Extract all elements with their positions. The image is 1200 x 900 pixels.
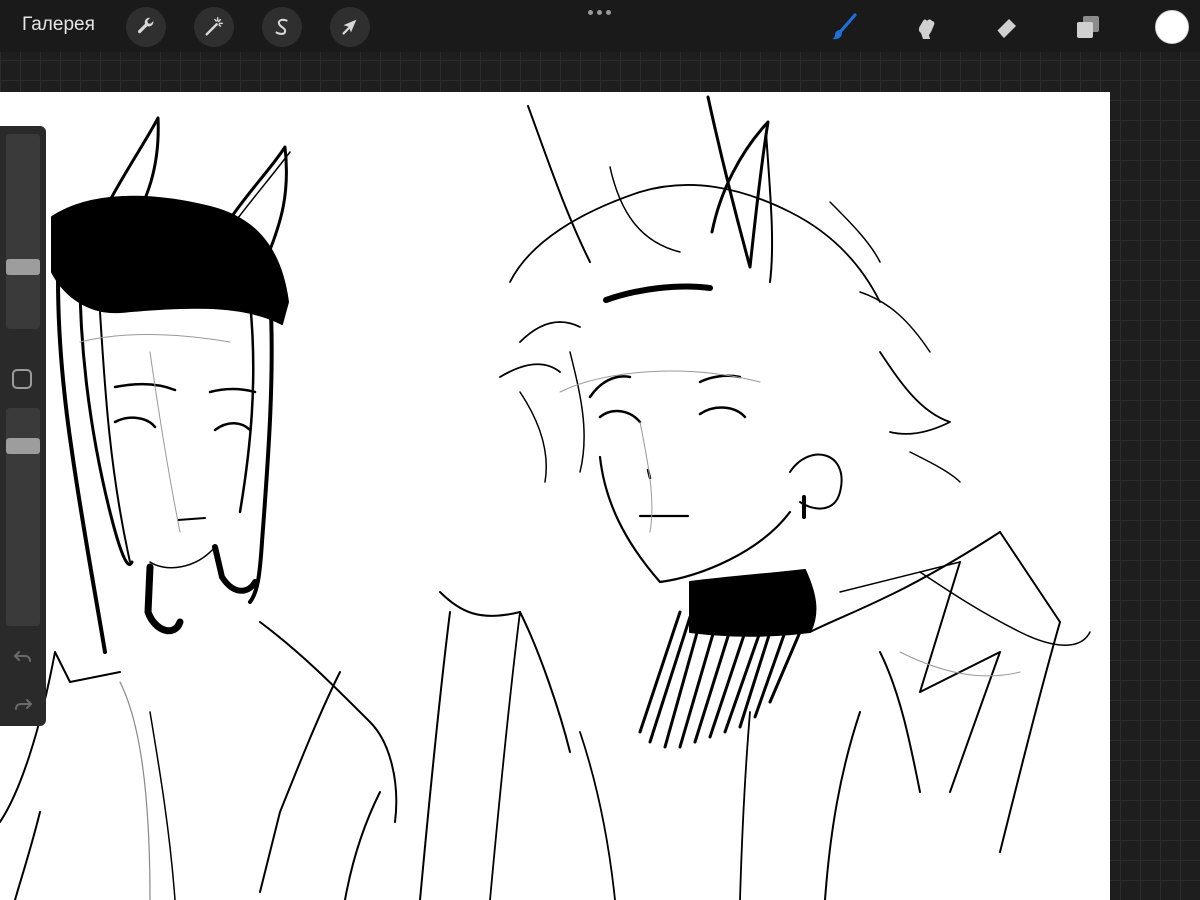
modifier-square-icon[interactable] bbox=[12, 369, 32, 389]
gallery-button[interactable]: Галерея bbox=[22, 14, 95, 36]
magic-wand-icon[interactable] bbox=[194, 7, 234, 47]
smudge-icon[interactable] bbox=[908, 9, 944, 45]
brush-sidebar bbox=[0, 126, 46, 726]
sketch-artwork bbox=[0, 95, 1091, 900]
brush-size-slider[interactable] bbox=[6, 134, 40, 329]
color-picker-button[interactable] bbox=[1155, 10, 1189, 44]
top-toolbar: Галерея bbox=[0, 0, 1200, 52]
selection-s-icon[interactable] bbox=[262, 7, 302, 47]
brush-icon[interactable] bbox=[826, 9, 862, 45]
eraser-icon[interactable] bbox=[988, 9, 1024, 45]
transform-arrow-icon[interactable] bbox=[330, 7, 370, 47]
redo-icon[interactable] bbox=[12, 694, 34, 716]
more-dots-icon[interactable] bbox=[588, 10, 611, 15]
undo-icon[interactable] bbox=[12, 646, 34, 668]
brush-size-handle[interactable] bbox=[6, 259, 40, 276]
wrench-icon[interactable] bbox=[126, 7, 166, 47]
drawing-canvas[interactable] bbox=[0, 92, 1110, 900]
layers-icon[interactable] bbox=[1070, 9, 1106, 45]
opacity-handle[interactable] bbox=[6, 438, 40, 455]
